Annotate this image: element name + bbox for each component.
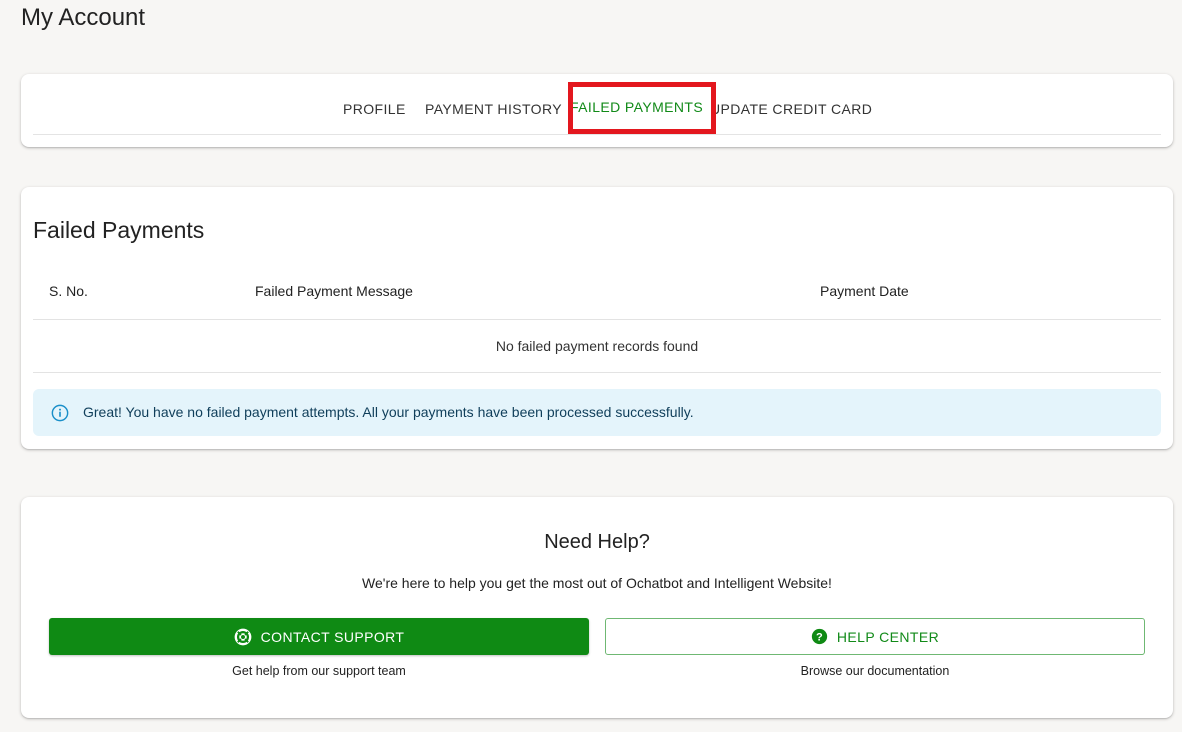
contact-support-button[interactable]: CONTACT SUPPORT — [49, 618, 589, 655]
svg-text:?: ? — [816, 631, 823, 643]
column-header-failed-payment-message: Failed Payment Message — [255, 283, 413, 299]
info-alert-text: Great! You have no failed payment attemp… — [83, 404, 694, 420]
question-circle-icon: ? — [811, 628, 828, 645]
lifebuoy-icon — [234, 628, 252, 645]
tab-bar: PROFILE PAYMENT HISTORY FAILED PAYMENTS … — [33, 74, 1161, 135]
help-center-caption: Browse our documentation — [800, 664, 950, 678]
tab-update-credit-card[interactable]: UPDATE CREDIT CARD — [710, 101, 872, 117]
failed-payments-card: Failed Payments S. No. Failed Payment Me… — [21, 187, 1173, 449]
section-title: Failed Payments — [33, 217, 205, 243]
active-tab-highlight-box — [568, 82, 716, 134]
help-center-button[interactable]: ? HELP CENTER — [605, 618, 1145, 655]
help-card: Need Help? We're here to help you get th… — [21, 497, 1173, 718]
table-empty-message: No failed payment records found — [495, 338, 699, 354]
help-subtitle: We're here to help you get the most out … — [362, 575, 832, 591]
tab-payment-history[interactable]: PAYMENT HISTORY — [425, 101, 562, 117]
table-header-divider — [33, 319, 1161, 320]
help-center-label: HELP CENTER — [836, 628, 940, 645]
account-tabs-card: PROFILE PAYMENT HISTORY FAILED PAYMENTS … — [21, 74, 1173, 147]
page-title: My Account — [21, 4, 146, 31]
info-alert: Great! You have no failed payment attemp… — [33, 389, 1161, 436]
contact-support-caption: Get help from our support team — [232, 664, 406, 678]
table-bottom-divider — [33, 372, 1161, 373]
column-header-payment-date: Payment Date — [820, 283, 909, 299]
contact-support-label: CONTACT SUPPORT — [260, 628, 405, 645]
column-header-serial-number: S. No. — [49, 283, 88, 299]
info-icon — [51, 404, 69, 422]
help-title: Need Help? — [544, 531, 650, 553]
tab-profile[interactable]: PROFILE — [343, 101, 406, 117]
